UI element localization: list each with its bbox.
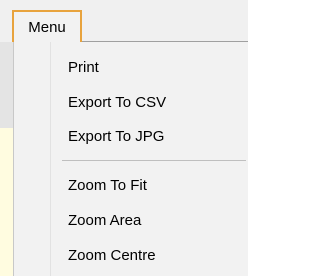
- menu-item-label: Export To CSV: [68, 93, 167, 111]
- menu-item-label: Print: [68, 58, 99, 76]
- dropdown-menu: Print Export To CSV Export To JPG Zoom T…: [13, 41, 248, 276]
- menu-separator: [62, 160, 246, 161]
- menu-item-label: Zoom Area: [68, 211, 142, 229]
- menu-item-export-jpg[interactable]: Export To JPG: [14, 119, 248, 153]
- menu-item-export-csv[interactable]: Export To CSV: [14, 85, 248, 119]
- menu-item-label: Export To JPG: [68, 127, 165, 145]
- app-canvas: Menu Print Export To CSV Export To JPG Z…: [0, 0, 248, 276]
- menu-item-print[interactable]: Print: [14, 50, 248, 84]
- menu-item-zoom-centre[interactable]: Zoom Centre: [14, 238, 248, 272]
- menu-button-label: Menu: [28, 18, 66, 36]
- window-background-panel: [0, 128, 13, 276]
- menu-button[interactable]: Menu: [12, 10, 82, 42]
- menu-item-label: Zoom To Fit: [68, 176, 147, 194]
- menu-item-zoom-to-fit[interactable]: Zoom To Fit: [14, 168, 248, 202]
- menu-item-label: Zoom Centre: [68, 246, 156, 264]
- menu-item-zoom-area[interactable]: Zoom Area: [14, 203, 248, 237]
